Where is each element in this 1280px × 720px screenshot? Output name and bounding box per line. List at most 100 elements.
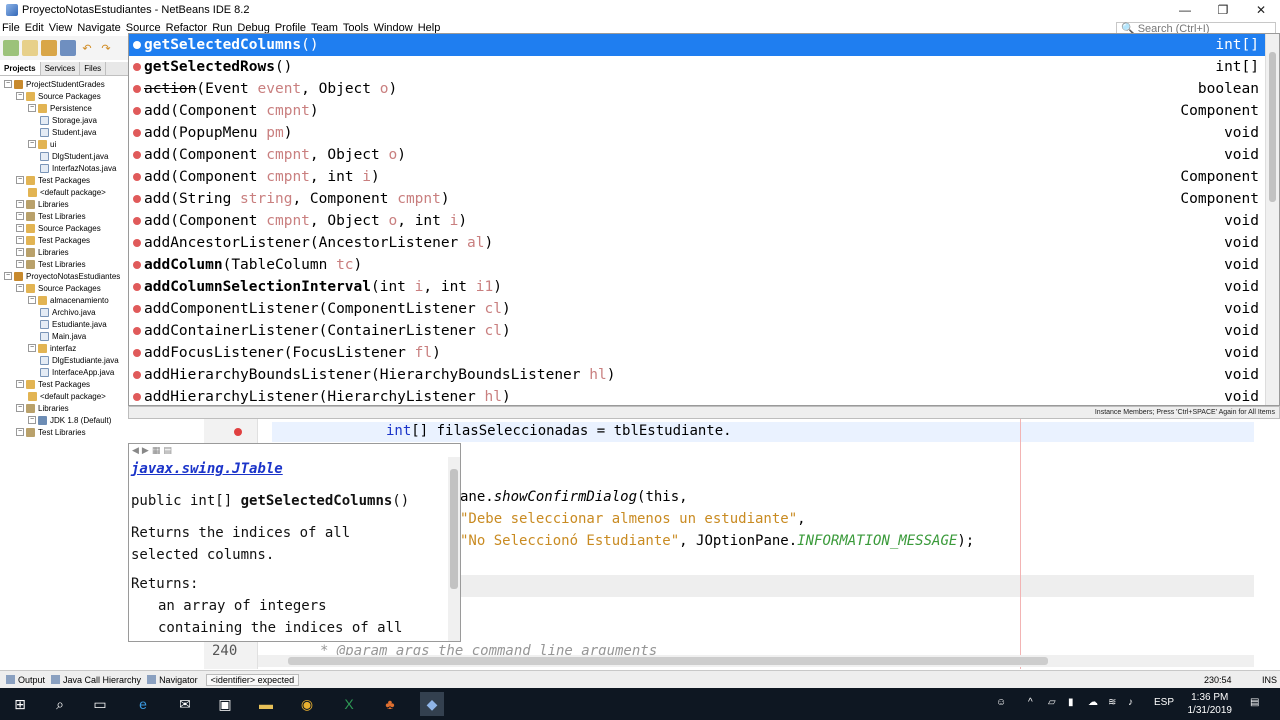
tree-node[interactable]: <default package> [28, 390, 106, 402]
completion-item[interactable]: action(Event event, Object o) boolean [129, 78, 1267, 100]
collapse-toggle-icon[interactable]: − [28, 344, 36, 352]
tree-node[interactable]: Storage.java [40, 114, 97, 126]
network-icon[interactable]: ▱ [1048, 697, 1056, 708]
excel-icon[interactable]: X [337, 692, 361, 716]
tree-node[interactable]: − Libraries [16, 246, 69, 258]
collapse-toggle-icon[interactable]: − [16, 224, 24, 232]
completion-item[interactable]: getSelectedRows() int[] [129, 56, 1267, 78]
menu-navigate[interactable]: Navigate [77, 22, 120, 34]
open-browser-icon[interactable]: ▦ [152, 445, 161, 456]
collapse-toggle-icon[interactable]: − [16, 92, 24, 100]
output-tab[interactable]: Output [6, 675, 45, 685]
notifications-icon[interactable]: ▤ [1250, 697, 1259, 708]
tree-node[interactable]: DlgEstudiante.java [40, 354, 119, 366]
tree-node[interactable]: − Libraries [16, 198, 69, 210]
tree-node[interactable]: − Source Packages [16, 282, 101, 294]
completion-item[interactable]: add(String string, Component cmpnt) Compo… [129, 188, 1267, 210]
completion-item[interactable]: addFocusListener(FocusListener fl) void [129, 342, 1267, 364]
netbeans-taskbar-icon[interactable]: ◆ [420, 692, 444, 716]
collapse-toggle-icon[interactable]: − [16, 404, 24, 412]
tree-node[interactable]: − ProjectStudentGrades [4, 78, 105, 90]
completion-item[interactable]: getSelectedColumns() int[] [129, 34, 1267, 56]
people-icon[interactable]: ☺ [996, 697, 1006, 708]
undo-icon[interactable]: ↶ [79, 40, 95, 56]
collapse-toggle-icon[interactable]: − [16, 212, 24, 220]
collapse-toggle-icon[interactable]: − [28, 140, 36, 148]
tab-services[interactable]: Services [41, 62, 81, 75]
close-button[interactable]: ✕ [1242, 0, 1280, 20]
completion-item[interactable]: addColumn(TableColumn tc) void [129, 254, 1267, 276]
power-icon[interactable]: ▮ [1068, 697, 1074, 708]
forward-icon[interactable]: ▶ [142, 445, 149, 456]
tree-node[interactable]: − Test Packages [16, 378, 90, 390]
collapse-toggle-icon[interactable]: − [16, 260, 24, 268]
completion-item[interactable]: addComponentListener(ComponentListener c… [129, 298, 1267, 320]
editor-horizontal-scrollbar[interactable] [258, 655, 1254, 667]
tree-node[interactable]: − ui [28, 138, 56, 150]
completion-item[interactable]: add(Component cmpnt) Component [129, 100, 1267, 122]
tree-node[interactable]: − Persistence [28, 102, 92, 114]
collapse-toggle-icon[interactable]: − [16, 236, 24, 244]
error-marker-icon[interactable] [234, 428, 242, 436]
tree-node[interactable]: DlgStudent.java [40, 150, 108, 162]
completion-item[interactable]: add(PopupMenu pm) void [129, 122, 1267, 144]
windows-start-icon[interactable]: ⊞ [8, 692, 32, 716]
edge-icon[interactable]: e [131, 692, 155, 716]
collapse-toggle-icon[interactable]: − [28, 416, 36, 424]
tree-node[interactable]: − Libraries [16, 402, 69, 414]
tab-projects[interactable]: Projects [0, 62, 41, 75]
chrome-icon[interactable]: ◉ [295, 692, 319, 716]
tree-node[interactable]: − JDK 1.8 (Default) [28, 414, 111, 426]
app-icon[interactable]: ♣ [378, 692, 402, 716]
collapse-toggle-icon[interactable]: − [28, 296, 36, 304]
tree-node[interactable]: InterfazNotas.java [40, 162, 116, 174]
javadoc-class-link[interactable]: javax.swing.JTable [131, 461, 283, 477]
store-icon[interactable]: ▣ [213, 692, 237, 716]
collapse-toggle-icon[interactable]: − [4, 80, 12, 88]
collapse-toggle-icon[interactable]: − [16, 176, 24, 184]
tree-node[interactable]: Estudiante.java [40, 318, 107, 330]
completion-item[interactable]: addAncestorListener(AncestorListener al)… [129, 232, 1267, 254]
maximize-button[interactable]: ❐ [1204, 0, 1242, 20]
collapse-toggle-icon[interactable]: − [16, 380, 24, 388]
tree-node[interactable]: − Test Libraries [16, 258, 86, 270]
collapse-toggle-icon[interactable]: − [16, 248, 24, 256]
completion-item[interactable]: addHierarchyListener(HierarchyListener h… [129, 386, 1267, 405]
tree-node[interactable]: − Test Libraries [16, 210, 86, 222]
tree-node[interactable]: Archivo.java [40, 306, 96, 318]
task-view-icon[interactable]: ▭ [88, 692, 112, 716]
completion-scrollbar[interactable] [1265, 34, 1279, 405]
minimize-button[interactable]: — [1166, 0, 1204, 20]
collapse-toggle-icon[interactable]: − [16, 284, 24, 292]
tree-node[interactable]: − Source Packages [16, 222, 101, 234]
call-hierarchy-tab[interactable]: Java Call Hierarchy [51, 675, 141, 685]
tab-files[interactable]: Files [80, 62, 107, 75]
completion-item[interactable]: addContainerListener(ContainerListener c… [129, 320, 1267, 342]
go-to-source-icon[interactable]: ▤ [163, 445, 172, 456]
cloud-icon[interactable]: ☁ [1088, 697, 1098, 708]
completion-item[interactable]: add(Component cmpnt, Object o, int i) voi… [129, 210, 1267, 232]
tree-node[interactable]: − interfaz [28, 342, 76, 354]
system-clock[interactable]: 1:36 PM 1/31/2019 [1188, 691, 1233, 717]
collapse-toggle-icon[interactable]: − [28, 104, 36, 112]
file-explorer-icon[interactable]: ▬ [254, 692, 278, 716]
tree-node[interactable]: InterfaceApp.java [40, 366, 114, 378]
tree-node[interactable]: − Test Libraries [16, 426, 86, 438]
tree-node[interactable]: Student.java [40, 126, 96, 138]
new-project-icon[interactable] [3, 40, 19, 56]
save-all-icon[interactable] [60, 40, 76, 56]
tree-node[interactable]: Main.java [40, 330, 86, 342]
collapse-toggle-icon[interactable]: − [4, 272, 12, 280]
volume-icon[interactable]: ♪ [1128, 697, 1133, 708]
tree-node[interactable]: <default package> [28, 186, 106, 198]
tree-node[interactable]: − Test Packages [16, 234, 90, 246]
javadoc-scrollbar[interactable] [448, 457, 460, 641]
javadoc-popup[interactable]: ◀ ▶ ▦ ▤ javax.swing.JTable public int[] … [128, 443, 461, 642]
completion-item[interactable]: add(Component cmpnt, int i) Component [129, 166, 1267, 188]
new-file-icon[interactable] [22, 40, 38, 56]
collapse-toggle-icon[interactable]: − [16, 428, 24, 436]
tray-chevron-icon[interactable]: ^ [1028, 697, 1033, 708]
redo-icon[interactable]: ↷ [98, 40, 114, 56]
back-icon[interactable]: ◀ [132, 445, 139, 456]
tree-node[interactable]: − Test Packages [16, 174, 90, 186]
